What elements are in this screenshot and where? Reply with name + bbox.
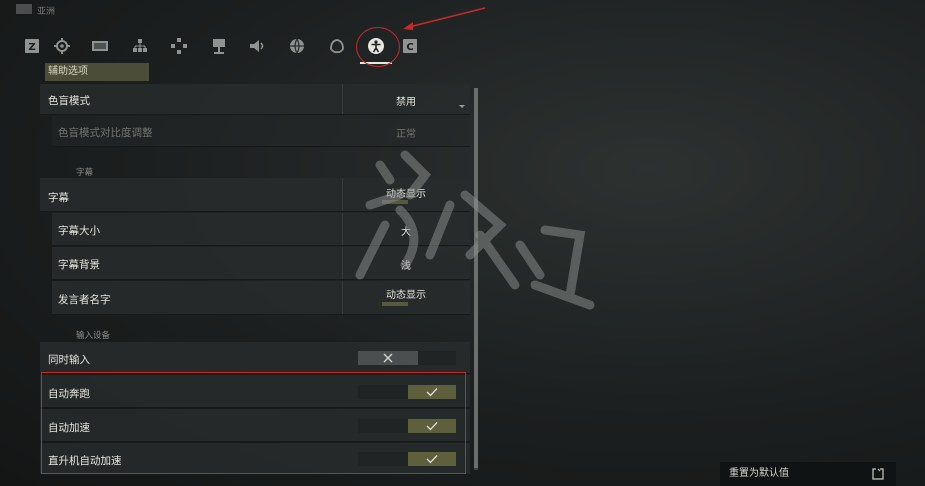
tab-audio[interactable] xyxy=(245,34,269,58)
speaker-icon xyxy=(250,40,264,52)
annotation-rectangle xyxy=(41,372,466,474)
tab-graphics[interactable] xyxy=(128,34,152,58)
svg-text:Z: Z xyxy=(28,42,35,53)
chevron-down-icon xyxy=(459,105,465,108)
z-key-icon: Z xyxy=(25,39,39,53)
tab-display[interactable] xyxy=(88,34,112,58)
reset-icon xyxy=(872,468,884,480)
display-icon xyxy=(92,41,108,51)
tab-keybind-prev[interactable]: Z xyxy=(20,34,44,58)
reset-defaults-label: 重置为默认值 xyxy=(729,468,789,479)
color-blind-mode-value: 禁用 xyxy=(396,97,416,108)
graphics-icon xyxy=(133,39,147,52)
gear-icon xyxy=(54,38,70,54)
gamepad-icon xyxy=(171,38,187,54)
color-blind-contrast-label: 色盲模式对比度调整 xyxy=(58,127,153,139)
tab-network[interactable] xyxy=(207,34,231,58)
c-key-icon: C xyxy=(403,39,417,53)
speaker-name-label: 发言者名字 xyxy=(58,294,111,306)
section-header: 辅助选项 xyxy=(45,63,149,81)
reset-defaults-button[interactable]: 重置为默认值 xyxy=(720,462,896,486)
app-logo xyxy=(16,4,32,14)
app-title: 亚洲 xyxy=(37,7,56,17)
social-icon xyxy=(330,39,344,54)
subtitles-group-title: 字幕 xyxy=(76,168,94,178)
simultaneous-input-label: 同时输入 xyxy=(48,354,90,366)
tab-social[interactable] xyxy=(325,34,349,58)
watermark xyxy=(355,150,595,310)
color-blind-mode-label: 色盲模式 xyxy=(48,95,90,107)
svg-text:C: C xyxy=(406,42,413,53)
tab-language[interactable] xyxy=(285,34,309,58)
network-icon xyxy=(213,39,225,54)
tab-controls[interactable] xyxy=(167,34,191,58)
input-group-title: 输入设备 xyxy=(76,331,111,341)
subtitle-size-label: 字幕大小 xyxy=(58,225,100,237)
tab-general[interactable] xyxy=(50,34,74,58)
subtitles-label: 字幕 xyxy=(48,192,69,204)
subtitle-background-label: 字幕背景 xyxy=(58,259,100,271)
row-color-blind-mode[interactable]: 色盲模式 禁用 xyxy=(40,84,470,115)
globe-icon xyxy=(290,38,304,54)
tab-keybind-next[interactable]: C xyxy=(398,34,422,58)
